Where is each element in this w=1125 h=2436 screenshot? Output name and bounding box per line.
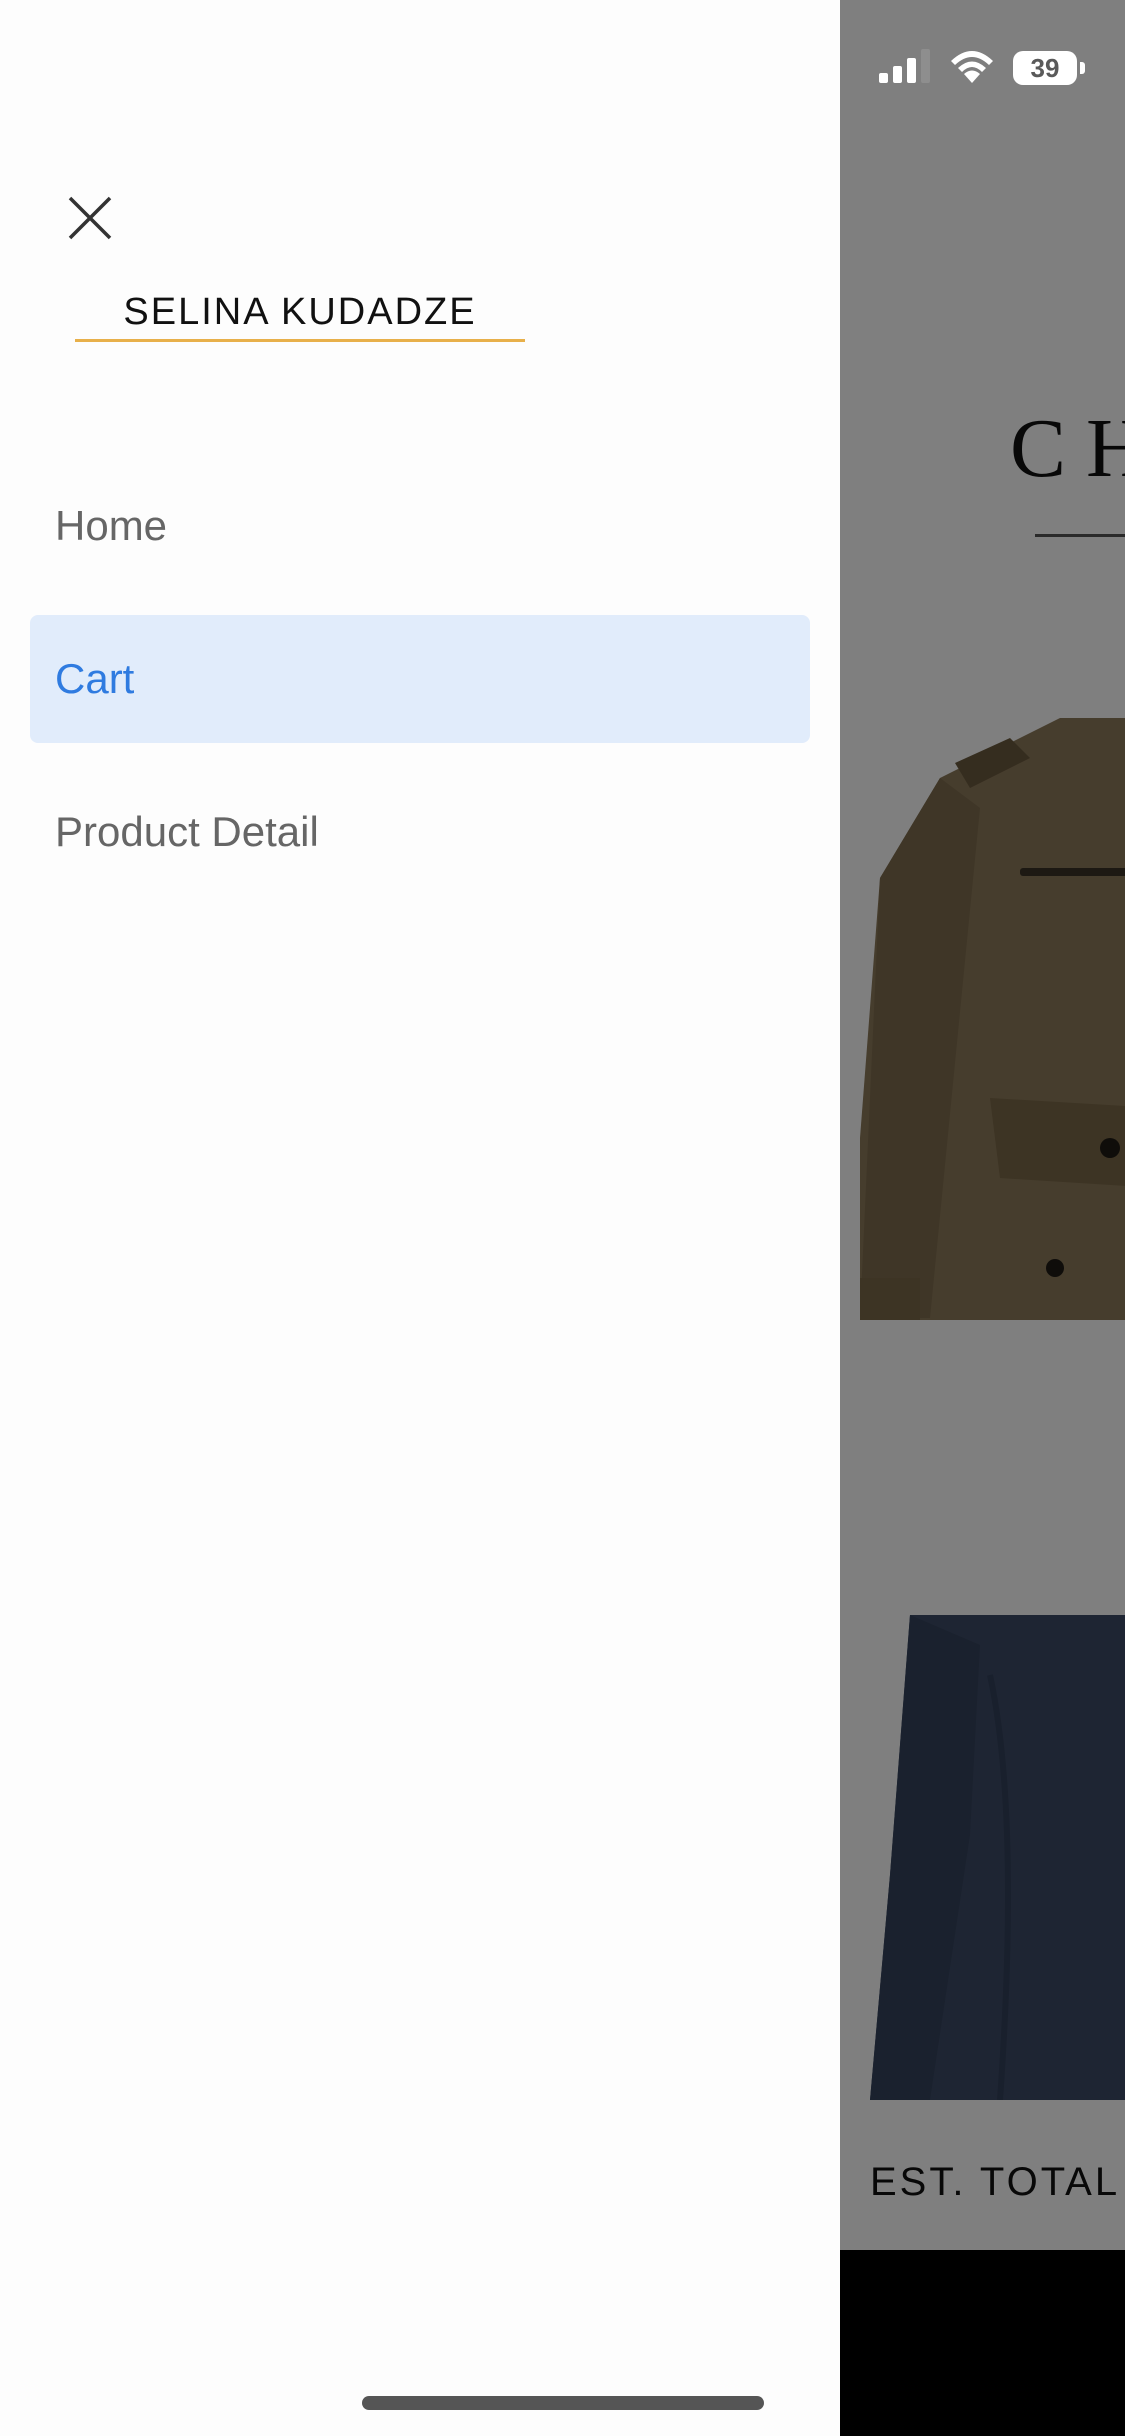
- drawer-menu: Home Cart Product Detail: [30, 502, 810, 921]
- menu-item-product-detail[interactable]: Product Detail: [30, 768, 810, 896]
- home-indicator[interactable]: [362, 2396, 764, 2410]
- battery-icon: 39: [1013, 51, 1085, 85]
- close-drawer-button[interactable]: [60, 188, 120, 248]
- user-name: SELINA KUDADZE: [75, 285, 525, 342]
- close-icon: [60, 196, 120, 252]
- status-bar: 39: [879, 48, 1085, 88]
- menu-item-cart[interactable]: Cart: [30, 615, 810, 743]
- navigation-drawer: SELINA KUDADZE Home Cart Product Detail: [0, 0, 840, 2436]
- wifi-icon: [949, 49, 995, 88]
- menu-item-home[interactable]: Home: [30, 462, 810, 590]
- signal-icon: [879, 48, 931, 88]
- battery-level: 39: [1013, 51, 1077, 85]
